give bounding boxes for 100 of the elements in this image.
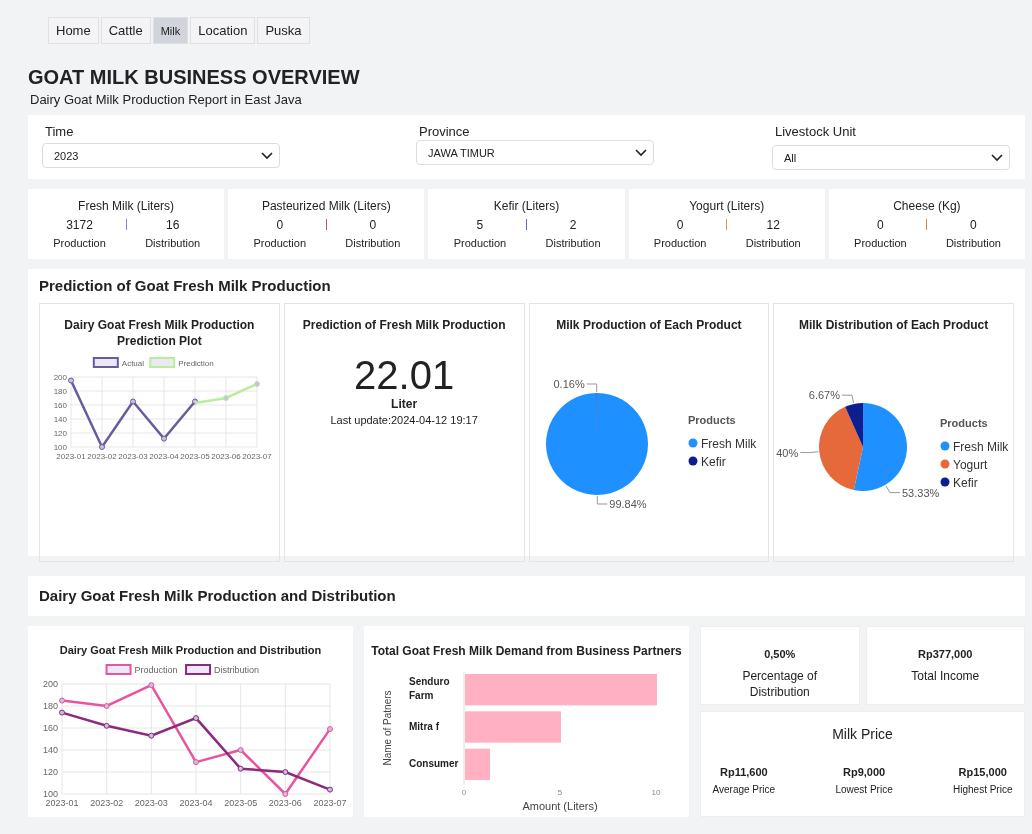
stat-value: 3172 (66, 218, 93, 232)
metric-unit: Liter (391, 397, 418, 411)
axis-label: 180 (42, 701, 58, 711)
stat-label: Production (253, 236, 307, 249)
axis-label: 2023-02 (87, 452, 118, 461)
stat-value: 0 (970, 218, 977, 232)
stat-title: Cheese (Kg) (893, 199, 961, 214)
legend-label: Kefir (952, 476, 978, 490)
legend-label: Actual (122, 359, 145, 368)
axis-label: 140 (54, 415, 68, 424)
section-title: Dairy Goat Fresh Milk Production and Distribution (39, 587, 396, 604)
category-label: Mitra f (409, 721, 439, 732)
category-label: Senduro Farm (409, 675, 450, 701)
axis-label: 2023-04 (179, 798, 212, 808)
price-label: Average Price (712, 784, 776, 795)
axis-label: 0 (461, 788, 467, 797)
stat-value: 0 (276, 218, 284, 232)
price-label: Lowest Price (835, 784, 893, 795)
stat-value: 5 (476, 218, 484, 232)
metric-value: 22.01 (354, 353, 455, 397)
axis-label: 180 (54, 387, 68, 396)
price-value: Rp11,600 (719, 766, 768, 778)
slice-label: 99.84% (609, 498, 647, 510)
axis-title: Amount (Liters) (522, 800, 598, 812)
stat-label: Distribution (945, 236, 1001, 249)
price-value: Rp15,000 (958, 766, 1007, 778)
legend-label: Kefir (700, 455, 726, 469)
stat-value: 0 (877, 218, 884, 232)
axis-label: 2023-05 (223, 798, 257, 808)
axis-label: 100 (42, 789, 58, 799)
filter-label: Livestock Unit (775, 124, 856, 139)
kpi-value: 0,50% (764, 648, 796, 660)
stat-label: Production (453, 236, 507, 249)
slice-label: 0.16% (553, 378, 585, 390)
last-update: Last update:2024-04-12 19:17 (330, 414, 478, 426)
axis-label: 120 (54, 429, 68, 438)
dashboard-title: GOAT MILK BUSINESS OVERVIEW (28, 66, 361, 89)
slice-label: 6.67% (808, 389, 840, 402)
slice-label: 40% (775, 446, 798, 459)
axis-label: 10 (651, 788, 661, 797)
chart-title: Milk Production of Each Product (555, 317, 743, 333)
price-value: Rp9,000 (842, 766, 886, 778)
axis-label: 5 (557, 788, 563, 797)
legend-title: Products (687, 414, 736, 426)
axis-label: 2023-04 (149, 452, 180, 461)
kpi-value: Rp377,000 (918, 648, 973, 660)
axis-label: 140 (42, 745, 58, 755)
legend-label: Prediction (178, 359, 215, 368)
axis-label: 2023-03 (118, 452, 149, 461)
axis-label: 2023-01 (56, 452, 87, 461)
axis-label: 2023-05 (180, 452, 211, 461)
filter-label: Province (419, 124, 470, 139)
axis-label: 100 (54, 443, 68, 452)
legend-title: Products (939, 417, 988, 429)
price-label: Highest Price (953, 784, 1013, 795)
legend-label: Fresh Milk (700, 437, 757, 451)
stat-label: Production (854, 236, 907, 249)
stat-title: Pasteurized Milk (Liters) (261, 199, 391, 214)
axis-label: 2023-03 (134, 798, 168, 808)
stat-label: Distribution (145, 236, 201, 249)
legend-label: Yogurt (952, 458, 987, 472)
axis-label: 160 (42, 723, 58, 733)
chart-title: Total Goat Fresh Milk Demand from Business Partners (371, 644, 682, 658)
axis-label: 120 (42, 767, 58, 777)
stat-label: Distribution (545, 236, 601, 249)
stat-label: Production (53, 236, 106, 249)
card-title: Prediction of Fresh Milk Production (301, 317, 507, 333)
stat-label: Distribution (345, 236, 401, 249)
section-title: Prediction of Goat Fresh Milk Production (39, 277, 331, 294)
kpi-label: Total Income (910, 668, 981, 684)
stat-value: 12 (766, 218, 780, 232)
axis-label: 2023-07 (242, 452, 273, 461)
stat-value: 0 (369, 218, 377, 232)
axis-title: Name of Patners (382, 690, 393, 766)
stat-title: Yogurt (Liters) (689, 199, 765, 214)
card-title: Milk Price (832, 726, 893, 742)
legend-label: Production (134, 665, 178, 675)
stat-value: 2 (569, 218, 577, 232)
stat-label: Distribution (745, 236, 801, 249)
category-label: Consumer (409, 758, 459, 770)
stat-title: Fresh Milk (Liters) (78, 199, 175, 214)
slice-label: 53.33% (901, 486, 939, 499)
stat-title: Kefir (Liters) (493, 199, 560, 214)
axis-label: 2023-07 (313, 798, 346, 808)
axis-label: 200 (42, 679, 58, 689)
axis-label: 2023-01 (45, 798, 78, 808)
axis-label: 160 (54, 401, 68, 410)
axis-label: 2023-02 (89, 798, 123, 808)
axis-label: 2023-06 (211, 452, 242, 461)
kpi-label: Percentage of Distribution (741, 668, 819, 700)
axis-label: 2023-06 (268, 798, 302, 808)
chart-title: Dairy Goat Fresh Milk Production and Distribution (59, 644, 322, 656)
chart-title: Dairy Goat Fresh Milk Production Prediction Plot (63, 317, 256, 349)
legend-label: Fresh Milk (952, 440, 1008, 454)
legend-label: Distribution (213, 665, 259, 675)
stat-value: 16 (165, 218, 180, 232)
filter-label: Time (45, 124, 74, 139)
stat-label: Production (653, 236, 707, 249)
stat-value: 0 (676, 218, 684, 232)
dashboard-subtitle: Dairy Goat Milk Production Report in East Java (30, 92, 302, 107)
